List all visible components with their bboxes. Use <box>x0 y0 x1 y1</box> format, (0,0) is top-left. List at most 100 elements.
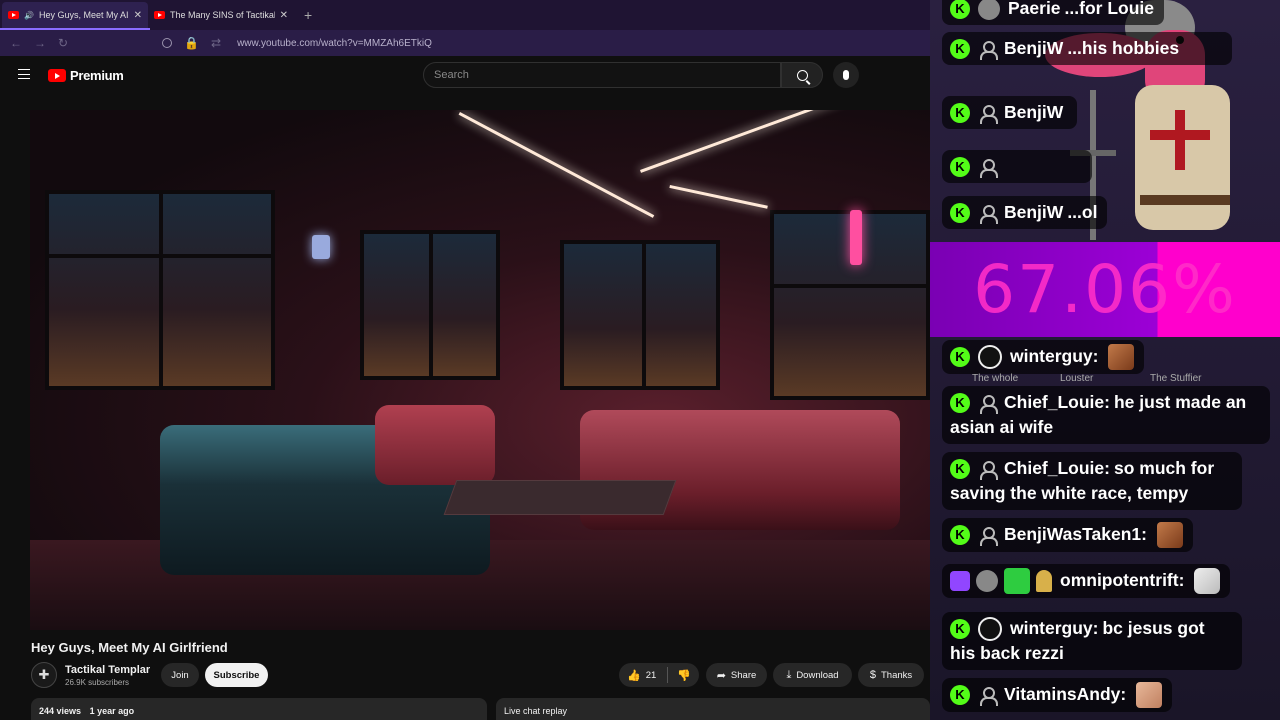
chat-message: K Chief_Louie: so much for saving the whit… <box>942 452 1242 510</box>
chat-message: omnipotentrift: <box>942 564 1231 599</box>
youtube-header: Premium Search <box>0 56 940 96</box>
chat-username: VitaminsAndy: <box>1004 684 1127 704</box>
back-arrow-icon[interactable]: ← <box>10 36 22 50</box>
browser-tab-bar: 🔊 Hey Guys, Meet My AI Girlf ✕ The Many … <box>0 0 940 30</box>
view-count: 244 views <box>39 706 82 716</box>
download-button[interactable]: ⤓ Download <box>773 663 852 687</box>
kick-badge-icon: K <box>950 393 970 414</box>
download-icon: ⤓ <box>786 668 792 681</box>
new-tab-button[interactable]: + <box>304 7 312 23</box>
kick-badge-icon: K <box>950 525 970 546</box>
chat-message: K BenjiW ...ol <box>942 196 1108 229</box>
chat-text: ...ol <box>1067 202 1098 222</box>
video-ceiling-light <box>640 110 858 173</box>
search-button[interactable] <box>781 62 823 88</box>
forward-arrow-icon[interactable]: → <box>34 36 46 50</box>
thanks-button[interactable]: $ Thanks <box>858 663 924 687</box>
kick-badge-icon: K <box>950 157 970 178</box>
search-input[interactable]: Search <box>423 62 781 88</box>
share-button[interactable]: ➦ Share <box>706 663 767 687</box>
youtube-logo[interactable]: Premium <box>48 68 124 83</box>
emote-face-icon <box>1108 344 1135 371</box>
kick-badge-icon: K <box>950 347 970 368</box>
chat-username: winterguy: <box>1010 346 1099 366</box>
bits-badge-icon <box>1036 570 1052 593</box>
like-dislike-group: 👍 21 👎 <box>619 663 699 687</box>
ring-badge-icon <box>978 617 1002 642</box>
kick-badge-icon: K <box>950 619 970 640</box>
channel-avatar[interactable]: ✚ <box>31 662 57 688</box>
chat-username: Chief_Louie: <box>1004 458 1110 478</box>
subscribe-button[interactable]: Subscribe <box>205 663 268 687</box>
chat-message: K BenjiW ...his hobbies <box>942 32 1232 65</box>
user-icon <box>978 686 998 707</box>
upload-age: 1 year ago <box>89 706 135 716</box>
chat-message: K <box>942 150 1092 183</box>
share-label: Share <box>730 669 757 681</box>
youtube-play-icon <box>48 69 66 82</box>
join-button[interactable]: Join <box>161 663 199 687</box>
video-ceiling-light <box>669 185 768 209</box>
subscriber-count: 26.9K subscribers <box>65 678 130 687</box>
live-chat-replay-header[interactable]: Live chat replay <box>496 698 930 720</box>
emote-face-icon <box>1156 522 1183 549</box>
chat-username: Chief_Louie: <box>1004 392 1110 412</box>
thumbs-up-icon[interactable]: 👍 <box>627 669 641 682</box>
kick-badge-icon: K <box>950 459 970 480</box>
video-window-mid <box>360 230 500 380</box>
video-window-right <box>560 240 720 390</box>
progress-percentage: 67.06% <box>973 251 1237 328</box>
permissions-icon[interactable]: ⇄ <box>211 36 221 50</box>
video-armchair <box>375 405 495 485</box>
voice-search-button[interactable] <box>833 62 859 88</box>
avatar-badge-icon <box>976 570 998 593</box>
kick-badge-icon: K <box>950 203 970 224</box>
user-icon <box>978 40 998 61</box>
user-icon <box>978 104 998 125</box>
video-neon-lamp <box>312 235 330 259</box>
description-box[interactable]: 244 views 1 year ago <box>31 698 487 720</box>
twitch-badge-icon <box>950 571 970 592</box>
channel-name[interactable]: Tactikal Templar <box>65 664 150 676</box>
like-divider <box>667 667 669 683</box>
stream-chat-overlay: K Paerie ...for Louie K BenjiW ...his hobbie… <box>930 0 1280 720</box>
user-icon <box>978 158 998 179</box>
shield-icon[interactable] <box>162 38 173 48</box>
like-count[interactable]: 21 <box>646 670 657 681</box>
chat-message: K Paerie ...for Louie <box>942 0 1164 25</box>
speaker-icon: 🔊 <box>24 10 34 20</box>
chat-message: K Chief_Louie: he just made an asian ai wi… <box>942 386 1270 444</box>
video-neon-sign <box>850 210 862 265</box>
chat-username: BenjiW <box>1004 102 1064 122</box>
user-icon <box>978 204 998 225</box>
chat-username: BenjiW <box>1004 38 1064 58</box>
chat-message: K BenjiWasTaken1: <box>942 518 1193 553</box>
user-icon <box>978 526 998 547</box>
background-label: The Stuffier <box>1150 373 1202 384</box>
reload-icon[interactable]: ↻ <box>58 36 68 50</box>
microphone-icon <box>843 70 849 80</box>
background-label: Louster <box>1060 373 1094 384</box>
close-tab-icon[interactable]: ✕ <box>134 10 142 21</box>
browser-tab-inactive[interactable]: The Many SINS of Tactikal Temp ✕ <box>148 2 294 28</box>
lock-icon[interactable]: 🔒 <box>184 36 199 50</box>
close-tab-icon[interactable]: ✕ <box>280 10 288 21</box>
thumbs-down-icon[interactable]: 👎 <box>677 669 691 682</box>
kick-badge-icon: K <box>950 103 970 124</box>
menu-icon[interactable] <box>18 69 30 79</box>
chat-username: Paerie <box>1008 0 1061 18</box>
browser-tab-active[interactable]: 🔊 Hey Guys, Meet My AI Girlf ✕ <box>2 2 148 28</box>
ring-badge-icon <box>978 345 1002 370</box>
background-label: The whole <box>972 373 1019 384</box>
avatar-badge-icon <box>978 0 1000 21</box>
kick-badge-icon: K <box>950 0 970 20</box>
user-icon <box>978 460 998 481</box>
chat-username: BenjiWasTaken1: <box>1004 524 1147 544</box>
chat-message: Kwinterguy: bc jesus got his back rezzi <box>942 612 1242 671</box>
address-bar: ← → ↻ 🔒 ⇄ www.youtube.com/watch?v=MMZAh6… <box>0 30 940 56</box>
progress-percentage-panel: 67.06% <box>930 242 1280 337</box>
video-player[interactable] <box>30 110 930 630</box>
chat-username: winterguy: <box>1010 618 1099 638</box>
url-text[interactable]: www.youtube.com/watch?v=MMZAh6ETkiQ <box>237 38 432 49</box>
tab-title: The Many SINS of Tactikal Temp <box>170 10 275 20</box>
